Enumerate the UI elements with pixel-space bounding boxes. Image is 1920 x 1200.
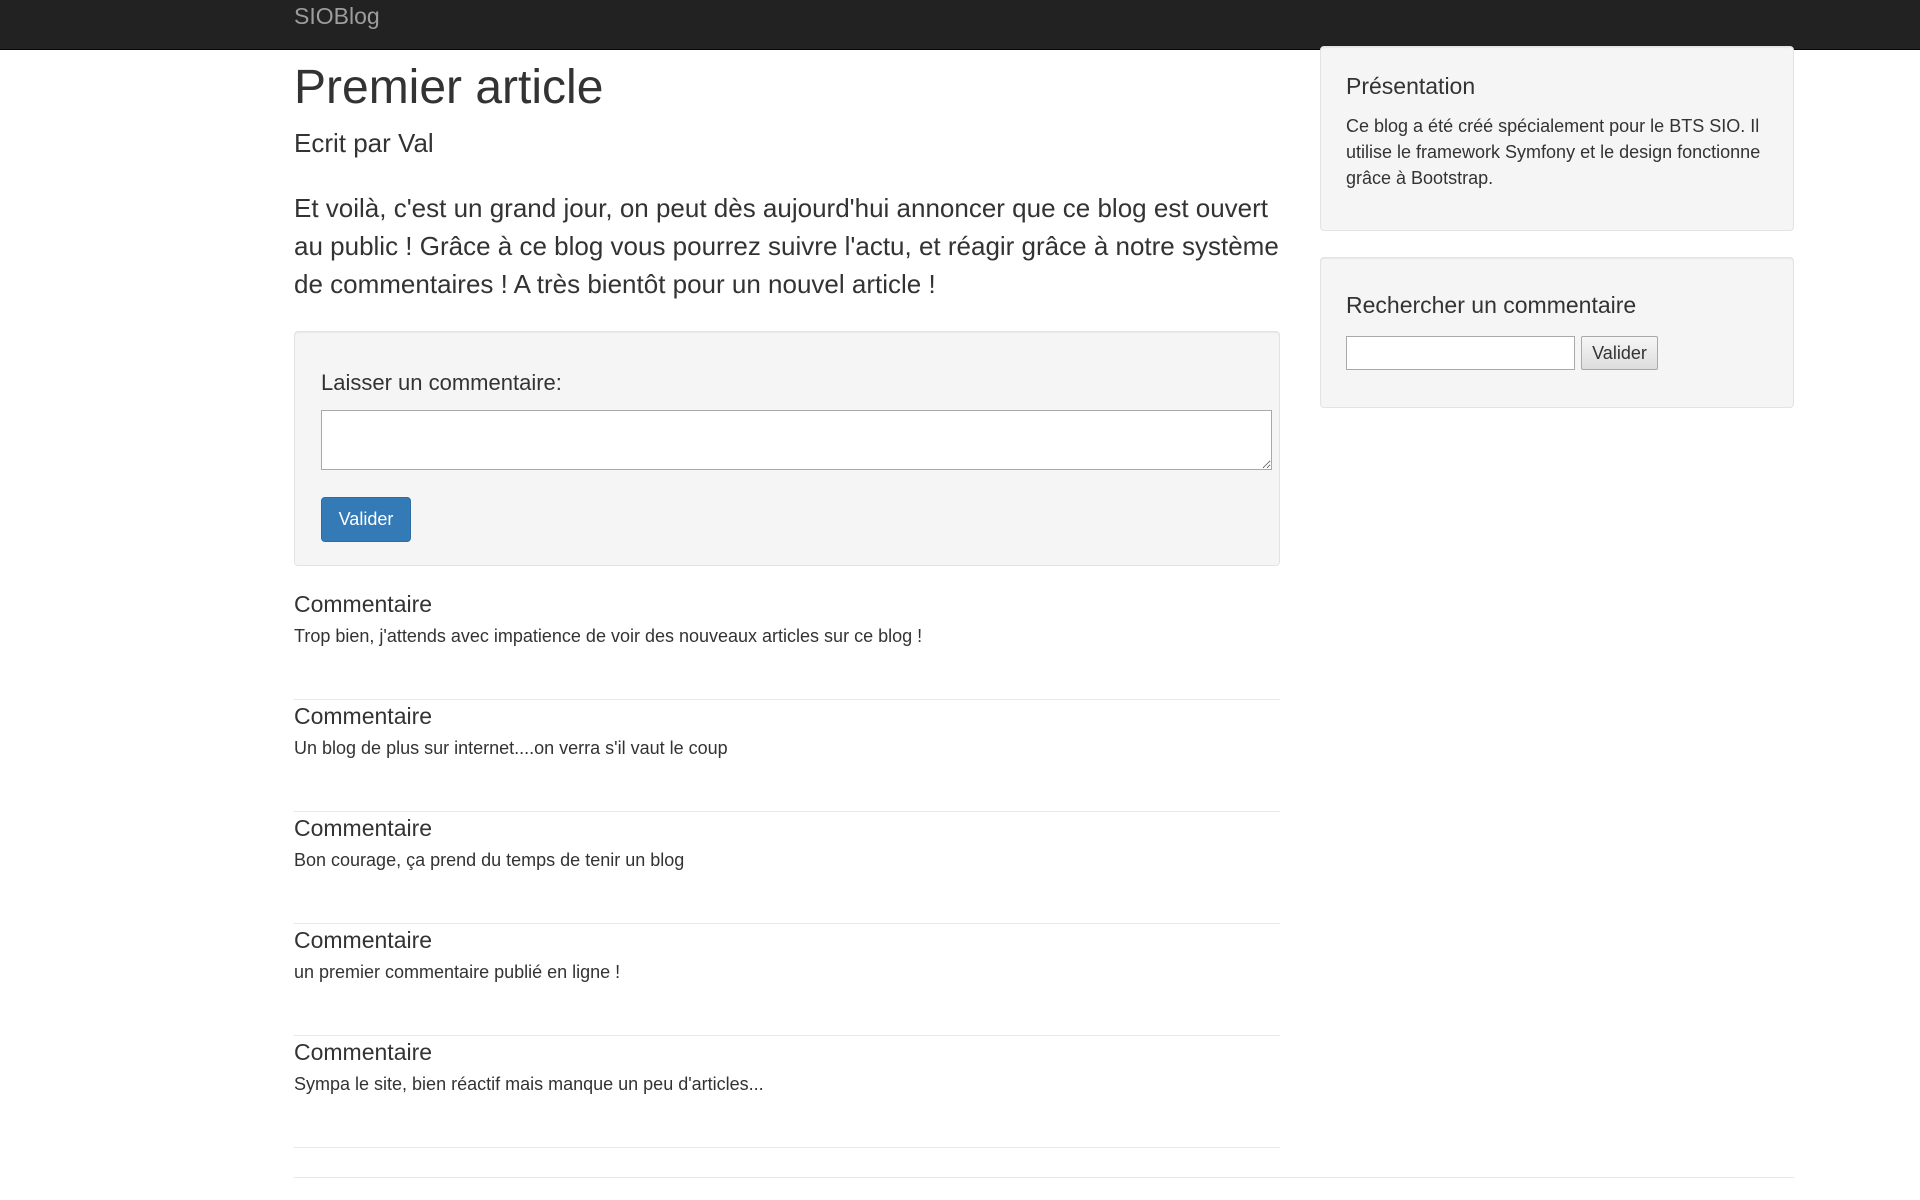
presentation-title: Présentation (1346, 73, 1476, 99)
comment-form: Laisser un commentaire: Valider (294, 331, 1280, 566)
search-comment-input[interactable] (1346, 336, 1575, 370)
comment-item: Commentaire Sympa le site, bien réactif … (294, 1036, 1280, 1148)
comment-item: Commentaire Un blog de plus sur internet… (294, 700, 1280, 812)
submit-comment-button[interactable]: Valider (321, 497, 411, 542)
comment-text: un premier commentaire publié en ligne ! (294, 962, 621, 982)
comment-heading: Commentaire (294, 1039, 433, 1065)
comment-label: Laisser un commentaire: (321, 370, 562, 395)
comment-text: Sympa le site, bien réactif mais manque … (294, 1074, 764, 1094)
comment-heading: Commentaire (294, 591, 433, 617)
brand-link[interactable]: SIOBlog (294, 3, 380, 29)
comment-item: Commentaire Bon courage, ça prend du tem… (294, 812, 1280, 924)
comments-list: Commentaire Trop bien, j'attends avec im… (294, 588, 1280, 1148)
presentation-panel: Présentation Ce blog a été créé spéciale… (1320, 46, 1794, 231)
comment-item: Commentaire un premier commentaire publi… (294, 924, 1280, 1036)
comment-text: Un blog de plus sur internet....on verra… (294, 738, 728, 758)
comment-text: Bon courage, ça prend du temps de tenir … (294, 850, 685, 870)
navbar: SIOBlog (0, 0, 1920, 50)
comment-heading: Commentaire (294, 927, 433, 953)
article-author: Ecrit par Val (294, 128, 434, 158)
article-body: Et voilà, c'est un grand jour, on peut d… (294, 193, 1279, 299)
comment-textarea[interactable] (321, 410, 1272, 470)
comment-text: Trop bien, j'attends avec impatience de … (294, 626, 923, 646)
comment-heading: Commentaire (294, 703, 433, 729)
search-submit-button[interactable]: Valider (1581, 336, 1658, 370)
comment-item: Commentaire Trop bien, j'attends avec im… (294, 588, 1280, 700)
footer-divider (294, 1177, 1794, 1178)
search-panel: Rechercher un commentaire Valider (1320, 257, 1794, 408)
presentation-text: Ce blog a été créé spécialement pour le … (1346, 116, 1761, 188)
article-title: Premier article (294, 61, 604, 114)
search-title: Rechercher un commentaire (1346, 292, 1637, 318)
comment-heading: Commentaire (294, 815, 433, 841)
